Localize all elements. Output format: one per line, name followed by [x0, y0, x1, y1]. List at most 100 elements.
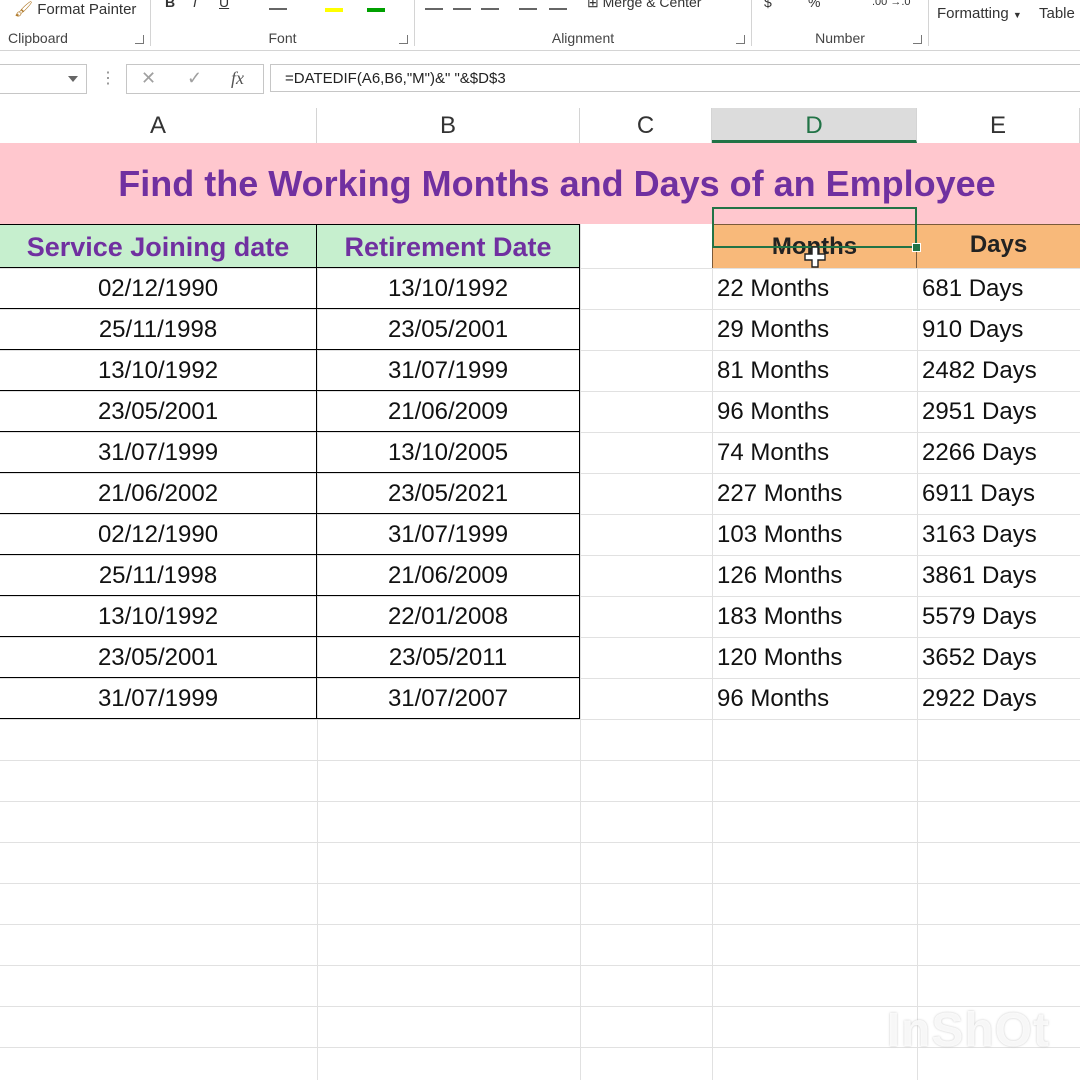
bold-button[interactable]: B	[165, 0, 175, 10]
cell-joining-date[interactable]: 31/07/1999	[0, 678, 317, 719]
cell-months[interactable]: 96 Months	[712, 678, 917, 719]
fill-color-icon[interactable]	[325, 0, 343, 12]
cell-days[interactable]: 6911 Days	[917, 473, 1080, 514]
cell-joining-date[interactable]: 02/12/1990	[0, 514, 317, 555]
cell-retirement-date[interactable]: 13/10/2005	[317, 432, 580, 473]
cell-months[interactable]: 29 Months	[712, 309, 917, 350]
font-launcher-icon[interactable]	[399, 35, 408, 44]
font-group-label: Font	[268, 30, 297, 46]
formula-buttons: ✕ ✓ fx	[126, 64, 264, 94]
cell-joining-date[interactable]: 23/05/2001	[0, 391, 317, 432]
alignment-launcher-icon[interactable]	[736, 35, 745, 44]
cancel-icon[interactable]: ✕	[141, 68, 156, 89]
cell-months[interactable]: 96 Months	[712, 391, 917, 432]
clipboard-launcher-icon[interactable]	[135, 35, 144, 44]
sheet-title: Find the Working Months and Days of an E…	[118, 162, 996, 204]
cell-days[interactable]: 910 Days	[917, 309, 1080, 350]
name-box-dropdown-icon[interactable]	[68, 76, 78, 82]
worksheet-grid[interactable]: Find the Working Months and Days of an E…	[0, 143, 1080, 1080]
gridline-horizontal	[0, 760, 1080, 761]
cell-days[interactable]: 3163 Days	[917, 514, 1080, 555]
cell-joining-date[interactable]: 13/10/1992	[0, 596, 317, 637]
cell-retirement-date[interactable]: 31/07/1999	[317, 514, 580, 555]
cell-days[interactable]: 2922 Days	[917, 678, 1080, 719]
decimal-icon[interactable]: .00 →.0	[872, 0, 911, 8]
cell-retirement-date[interactable]: 23/05/2001	[317, 309, 580, 350]
cell-days[interactable]: 2482 Days	[917, 350, 1080, 391]
number-group-label: Number	[815, 30, 865, 46]
currency-icon[interactable]: $	[764, 0, 772, 10]
selected-cell-outline	[712, 207, 917, 248]
header-joining-date[interactable]: Service Joining date	[0, 224, 317, 268]
header-days[interactable]: Days	[917, 224, 1080, 268]
cell-retirement-date[interactable]: 21/06/2009	[317, 391, 580, 432]
align-left-icon[interactable]	[425, 0, 443, 10]
cell-joining-date[interactable]: 21/06/2002	[0, 473, 317, 514]
cell-months[interactable]: 74 Months	[712, 432, 917, 473]
insert-function-icon[interactable]: fx	[231, 68, 244, 89]
cell-joining-date[interactable]: 25/11/1998	[0, 309, 317, 350]
enter-icon[interactable]: ✓	[187, 68, 202, 89]
alignment-group-label: Alignment	[551, 30, 615, 46]
italic-button[interactable]: I	[193, 0, 197, 10]
title-banner[interactable]: Find the Working Months and Days of an E…	[0, 143, 1080, 224]
cell-joining-date[interactable]: 23/05/2001	[0, 637, 317, 678]
cell-retirement-date[interactable]: 31/07/2007	[317, 678, 580, 719]
cell-months[interactable]: 183 Months	[712, 596, 917, 637]
cell-months[interactable]: 120 Months	[712, 637, 917, 678]
font-color-icon[interactable]	[367, 0, 385, 12]
cell-months[interactable]: 126 Months	[712, 555, 917, 596]
cell-joining-date[interactable]: 31/07/1999	[0, 432, 317, 473]
cell-days[interactable]: 3652 Days	[917, 637, 1080, 678]
formula-bar-grip-icon[interactable]: ⋮	[100, 68, 116, 88]
borders-icon[interactable]	[269, 0, 287, 10]
increase-indent-icon[interactable]	[549, 0, 567, 10]
gridline-horizontal	[0, 719, 1080, 720]
align-center-icon[interactable]	[453, 0, 471, 10]
cell-retirement-date[interactable]: 13/10/1992	[317, 268, 580, 309]
cell-retirement-date[interactable]: 21/06/2009	[317, 555, 580, 596]
header-retirement-date[interactable]: Retirement Date	[317, 224, 580, 268]
cell-days[interactable]: 3861 Days	[917, 555, 1080, 596]
cell-months[interactable]: 103 Months	[712, 514, 917, 555]
cell-days[interactable]: 681 Days	[917, 268, 1080, 309]
cell-retirement-date[interactable]: 23/05/2021	[317, 473, 580, 514]
cell-days[interactable]: 2266 Days	[917, 432, 1080, 473]
cell-months[interactable]: 227 Months	[712, 473, 917, 514]
underline-button[interactable]: U	[219, 0, 229, 10]
cell-retirement-date[interactable]: 31/07/1999	[317, 350, 580, 391]
gridline-horizontal	[0, 965, 1080, 966]
alignment-group: ⊞ Merge & Center Alignment	[415, 0, 751, 50]
clipboard-group-label: Clipboard	[8, 30, 68, 46]
cell-months[interactable]: 22 Months	[712, 268, 917, 309]
cell-joining-date[interactable]: 13/10/1992	[0, 350, 317, 391]
align-right-icon[interactable]	[481, 0, 499, 10]
dropdown-caret-icon: ▼	[1012, 10, 1022, 20]
merge-center-button[interactable]: ⊞ Merge & Center	[587, 0, 701, 11]
cell-months[interactable]: 81 Months	[712, 350, 917, 391]
number-launcher-icon[interactable]	[913, 35, 922, 44]
percent-icon[interactable]: %	[808, 0, 820, 10]
column-header-e[interactable]: E	[917, 108, 1080, 143]
column-header-a[interactable]: A	[0, 108, 317, 143]
formula-input[interactable]: =DATEDIF(A6,B6,"M")&" "&$D$3	[270, 64, 1080, 92]
gridline-horizontal	[0, 924, 1080, 925]
cell-days[interactable]: 5579 Days	[917, 596, 1080, 637]
cell-joining-date[interactable]: 25/11/1998	[0, 555, 317, 596]
gridline-horizontal	[0, 801, 1080, 802]
cell-joining-date[interactable]: 02/12/1990	[0, 268, 317, 309]
format-painter-button[interactable]: 🖌 Format Painter	[14, 0, 136, 18]
name-box[interactable]	[0, 64, 87, 94]
conditional-formatting-button[interactable]: Formatting ▼	[937, 5, 1022, 22]
fill-handle[interactable]	[912, 243, 921, 252]
gridline-vertical	[580, 143, 581, 1080]
cell-retirement-date[interactable]: 23/05/2011	[317, 637, 580, 678]
column-header-c[interactable]: C	[580, 108, 712, 143]
column-header-b[interactable]: B	[317, 108, 580, 143]
cell-retirement-date[interactable]: 22/01/2008	[317, 596, 580, 637]
decrease-indent-icon[interactable]	[519, 0, 537, 10]
format-as-table-button[interactable]: Table	[1039, 5, 1075, 22]
cell-days[interactable]: 2951 Days	[917, 391, 1080, 432]
font-group: B I U Font	[151, 0, 414, 50]
column-header-d[interactable]: D	[712, 108, 917, 143]
